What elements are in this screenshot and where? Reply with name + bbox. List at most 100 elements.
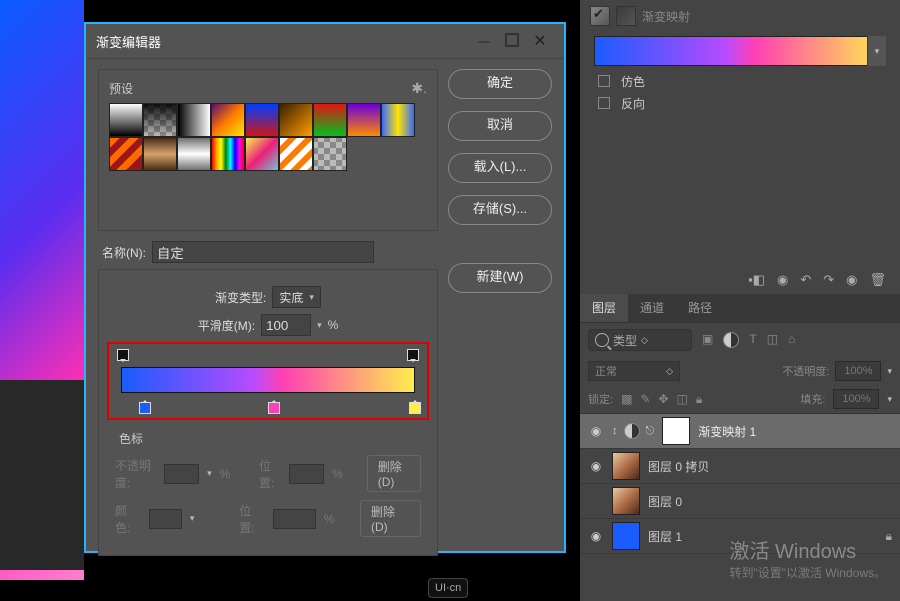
reverse-label: 反向	[621, 95, 645, 112]
preset-swatch[interactable]	[109, 103, 143, 137]
filter-icons: ▣ T ◫ ⌂	[702, 332, 795, 348]
layer-thumb[interactable]	[612, 452, 640, 480]
close-button[interactable]: ✕	[526, 31, 554, 51]
preset-swatch[interactable]	[177, 137, 211, 171]
preset-swatch[interactable]	[109, 137, 143, 171]
gradient-type-select[interactable]: 实底 ▾	[272, 286, 321, 308]
new-button[interactable]: 新建(W)	[448, 263, 552, 293]
preset-swatch[interactable]	[211, 137, 245, 171]
gradient-map-preview[interactable]: ▾	[594, 36, 886, 66]
tab-layers[interactable]: 图层	[580, 294, 628, 322]
preset-swatch[interactable]	[177, 103, 211, 137]
mask-checkbox[interactable]	[616, 6, 636, 26]
chevron-down-icon[interactable]: ▾	[887, 394, 892, 405]
maximize-icon	[505, 33, 519, 47]
preset-swatch[interactable]	[211, 103, 245, 137]
layer-row[interactable]: 图层 0	[580, 484, 900, 519]
link-icon[interactable]: ↕	[612, 425, 618, 437]
chevron-down-icon: ◇	[666, 366, 673, 377]
tab-channels[interactable]: 通道	[628, 294, 676, 322]
filter-type-icon[interactable]: T	[749, 332, 756, 348]
chevron-down-icon: ▾	[875, 46, 880, 57]
opacity-input	[164, 464, 199, 484]
preset-swatch[interactable]	[347, 103, 381, 137]
lock-pixels-icon[interactable]: ✎	[640, 392, 650, 406]
minimize-button[interactable]: —	[470, 34, 498, 48]
load-button[interactable]: 载入(L)...	[448, 153, 552, 183]
windows-activation-watermark: 激活 Windows 转到"设置"以激活 Windows。	[729, 535, 886, 581]
layer-name[interactable]: 渐变映射 1	[698, 423, 892, 440]
view-previous-icon[interactable]: ◉	[777, 272, 788, 288]
trash-icon[interactable]: 🗑︎	[869, 272, 886, 288]
layer-opacity-input[interactable]: 100%	[835, 361, 881, 381]
gear-icon[interactable]: ✱.	[411, 80, 427, 97]
layer-row[interactable]: ◉ ↕ ⎋ 渐变映射 1	[580, 414, 900, 449]
preset-swatch[interactable]	[313, 137, 347, 171]
lock-position-icon[interactable]: ✥	[658, 392, 668, 406]
preset-swatch[interactable]	[143, 137, 177, 171]
presets-fieldset: 预设 ✱.	[98, 69, 438, 231]
reverse-checkbox[interactable]	[598, 97, 610, 109]
gradient-editor-dialog: 渐变编辑器 — ✕ 预设 ✱.	[84, 22, 566, 553]
preset-swatches	[109, 103, 427, 171]
layer-name[interactable]: 图层 0 拷贝	[648, 458, 892, 475]
preset-swatch[interactable]	[245, 137, 279, 171]
preset-swatch[interactable]	[143, 103, 177, 137]
position-input	[289, 464, 324, 484]
layer-thumb[interactable]	[612, 487, 640, 515]
visibility-icon[interactable]: ◉	[588, 459, 604, 473]
gradient-dropdown-button[interactable]: ▾	[867, 36, 886, 66]
reset-icon[interactable]: ↶	[800, 272, 811, 288]
position-label: 位置:	[259, 457, 281, 491]
lock-transparent-icon[interactable]: ▩	[621, 392, 632, 406]
save-button[interactable]: 存储(S)...	[448, 195, 552, 225]
clip-to-layer-icon[interactable]: ▪◧	[748, 272, 765, 288]
filter-pixel-icon[interactable]: ▣	[702, 332, 713, 348]
filter-shape-icon[interactable]: ◫	[767, 332, 778, 348]
ok-button[interactable]: 确定	[448, 69, 552, 99]
color-stop-blue[interactable]	[139, 397, 151, 415]
gradient-slider[interactable]	[115, 352, 421, 410]
canvas-pasteboard	[0, 380, 84, 570]
dither-checkbox[interactable]	[598, 75, 610, 87]
preset-swatch[interactable]	[245, 103, 279, 137]
delete-opacity-stop-button: 删除(D)	[367, 455, 421, 492]
layer-kind-filter[interactable]: 类型 ◇	[588, 329, 692, 351]
opacity-stop-left[interactable]	[117, 349, 129, 365]
smoothness-input[interactable]	[261, 314, 311, 336]
color-stop-magenta[interactable]	[268, 397, 280, 415]
percent: %	[332, 467, 343, 481]
filter-smart-icon[interactable]: ⌂	[788, 332, 795, 348]
maximize-button[interactable]	[498, 33, 526, 50]
tab-paths[interactable]: 路径	[676, 294, 724, 322]
visibility-icon[interactable]: ◉	[588, 424, 604, 438]
toggle-visibility-icon[interactable]: ◉	[846, 272, 857, 288]
preset-swatch[interactable]	[279, 137, 313, 171]
chevron-down-icon[interactable]: ▾	[317, 320, 322, 331]
preset-swatch[interactable]	[313, 103, 347, 137]
fill-input[interactable]: 100%	[833, 389, 879, 409]
preset-swatch[interactable]	[381, 103, 415, 137]
filter-adjust-icon[interactable]	[723, 332, 739, 348]
cancel-button[interactable]: 取消	[448, 111, 552, 141]
adjustment-layer-checkbox[interactable]	[590, 6, 610, 26]
link-icon[interactable]: ⎋	[646, 425, 655, 438]
preset-swatch[interactable]	[279, 103, 313, 137]
name-input[interactable]	[152, 241, 374, 263]
chevron-down-icon[interactable]: ▾	[887, 366, 892, 377]
dialog-titlebar[interactable]: 渐变编辑器 — ✕	[86, 24, 564, 59]
percent: %	[220, 467, 231, 481]
gradient-preview-bar[interactable]	[121, 367, 415, 393]
visibility-icon[interactable]: ◉	[588, 529, 604, 543]
layer-name[interactable]: 图层 0	[648, 493, 892, 510]
blend-mode-select[interactable]: 正常◇	[588, 361, 680, 381]
mask-thumb[interactable]	[662, 417, 690, 445]
layer-row[interactable]: ◉ 图层 0 拷贝	[580, 449, 900, 484]
lock-artboard-icon[interactable]: ◫	[677, 392, 688, 406]
fill-label: 填充:	[800, 391, 825, 407]
reset-forward-icon[interactable]: ↷	[823, 272, 834, 288]
color-stop-yellow[interactable]	[409, 397, 421, 415]
layer-thumb[interactable]	[612, 522, 640, 550]
lock-all-icon[interactable]: 🔒︎	[696, 392, 702, 407]
opacity-stop-right[interactable]	[407, 349, 419, 365]
